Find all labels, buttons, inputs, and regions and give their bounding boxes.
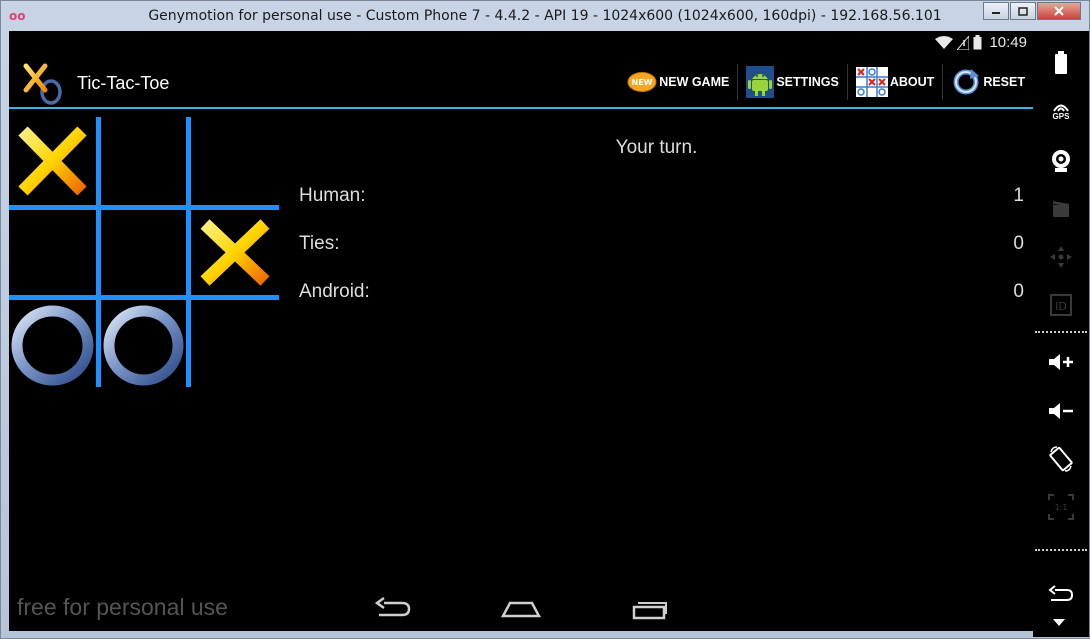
board-cell-1-0[interactable] <box>9 210 96 295</box>
camera-tool-button[interactable] <box>1043 143 1079 179</box>
dpad-tool-button[interactable] <box>1043 239 1079 275</box>
new-badge-icon: NEW <box>627 72 657 92</box>
id-label: ID <box>1055 300 1067 313</box>
grid-line-h2 <box>9 295 279 300</box>
battery-icon <box>973 35 982 50</box>
app-logo-icon[interactable] <box>23 62 73 106</box>
board-cell-2-0[interactable] <box>9 300 96 387</box>
recents-nav-button[interactable] <box>629 596 669 622</box>
toolbar-separator <box>1035 549 1087 551</box>
reset-icon <box>953 69 980 95</box>
score-row-ties: Ties: 0 <box>299 233 1024 259</box>
gps-icon <box>1053 104 1069 112</box>
home-nav-button[interactable] <box>501 596 541 622</box>
window-controls <box>983 2 1081 20</box>
maximize-icon <box>1018 6 1028 16</box>
close-icon <box>1054 6 1064 16</box>
close-button[interactable] <box>1037 2 1081 20</box>
dpad-icon <box>1050 246 1072 268</box>
grid-line-v2 <box>186 117 191 387</box>
score-row-android: Android: 0 <box>299 281 1024 307</box>
window-titlebar[interactable]: oo Genymotion for personal use - Custom … <box>1 1 1089 31</box>
about-label: ABOUT <box>889 75 935 89</box>
board-cell-1-2[interactable] <box>191 210 279 295</box>
device-id-tool-button[interactable]: ID <box>1043 287 1079 323</box>
score-value-android: 0 <box>1013 281 1024 302</box>
about-grid-icon <box>855 67 888 97</box>
gps-label: GPS <box>1052 111 1070 121</box>
minimize-icon <box>992 12 1000 14</box>
grid-line-h1 <box>9 205 279 210</box>
pixel-perfect-button[interactable]: 1:1 <box>1043 489 1079 525</box>
board-cell-2-1[interactable] <box>101 300 186 387</box>
media-icon <box>1053 201 1069 217</box>
board-cell-1-1[interactable] <box>101 210 186 295</box>
signal-icon <box>957 35 970 50</box>
turn-status: Your turn. <box>615 137 698 158</box>
android-icon <box>746 66 775 98</box>
maximize-button[interactable] <box>1010 2 1036 20</box>
recents-icon <box>632 602 667 620</box>
action-bar-actions: NEW NEW GAME SETTINGS ABOUT RESET <box>619 64 1033 100</box>
volume-up-button[interactable] <box>1043 344 1079 380</box>
volume-down-icon <box>1049 403 1073 419</box>
score-label-android: Android: <box>299 281 370 302</box>
home-icon <box>501 601 541 618</box>
minimize-button[interactable] <box>983 2 1009 20</box>
score-value-ties: 0 <box>1013 233 1024 254</box>
genymotion-window: oo Genymotion for personal use - Custom … <box>0 0 1090 639</box>
wifi-icon <box>935 35 954 49</box>
board-cell-0-2[interactable] <box>191 117 279 205</box>
toolbar-separator <box>1035 331 1087 333</box>
id-icon: ID <box>1050 294 1072 316</box>
grid-line-v1 <box>96 117 101 387</box>
board-cell-0-1[interactable] <box>101 117 186 205</box>
reset-button[interactable]: RESET <box>942 64 1033 100</box>
score-label-human: Human: <box>299 185 366 206</box>
watermark: free for personal use <box>17 594 228 620</box>
pixel-perfect-icon: 1:1 <box>1048 494 1074 520</box>
app-title: Tic-Tac-Toe <box>77 73 170 93</box>
volume-up-icon <box>1049 354 1073 370</box>
side-back-button[interactable] <box>1043 576 1079 612</box>
battery-tool-button[interactable] <box>1043 45 1079 81</box>
new-game-label: NEW GAME <box>659 75 730 89</box>
settings-label: SETTINGS <box>776 75 839 89</box>
reset-label: RESET <box>983 75 1025 89</box>
rotate-button[interactable] <box>1043 441 1079 477</box>
clock: 10:49 <box>989 34 1027 51</box>
volume-down-button[interactable] <box>1043 393 1079 429</box>
score-label-ties: Ties: <box>299 233 340 254</box>
back-icon <box>374 596 411 617</box>
rotate-icon <box>1049 446 1073 472</box>
camera-icon <box>1052 150 1070 172</box>
android-status-bar: 10:49 <box>9 31 1033 56</box>
board-cell-2-2[interactable] <box>191 300 279 387</box>
settings-button[interactable]: SETTINGS <box>737 64 847 100</box>
about-button[interactable]: ABOUT <box>846 64 942 100</box>
board-cell-0-0[interactable] <box>9 117 96 205</box>
score-row-human: Human: 1 <box>299 185 1024 211</box>
svg-text:NEW: NEW <box>632 78 653 87</box>
score-value-human: 1 <box>1013 185 1024 206</box>
board-svg <box>9 117 279 387</box>
genymotion-toolbar: GPS ID 1:1 <box>1033 31 1089 637</box>
new-game-button[interactable]: NEW NEW GAME <box>619 64 737 100</box>
gps-tool-button[interactable]: GPS <box>1043 93 1079 129</box>
pixel-perfect-label: 1:1 <box>1055 503 1068 512</box>
scroll-down-arrow-icon[interactable] <box>1053 619 1065 627</box>
android-screen[interactable]: 10:49 Tic-Tac-Toe NEW NEW GAME SETTINGS … <box>9 31 1033 631</box>
action-bar: Tic-Tac-Toe NEW NEW GAME SETTINGS ABOUT … <box>9 56 1033 109</box>
window-title: Genymotion for personal use - Custom Pho… <box>148 8 942 24</box>
game-board <box>9 111 284 391</box>
back-nav-button[interactable] <box>374 596 414 622</box>
battery-icon <box>1055 51 1067 74</box>
media-tool-button[interactable] <box>1043 191 1079 227</box>
back-icon <box>1048 585 1074 601</box>
